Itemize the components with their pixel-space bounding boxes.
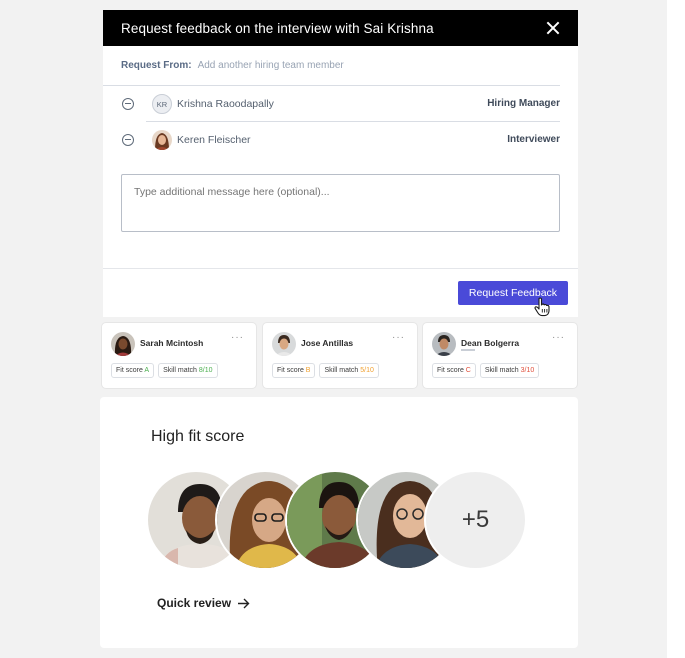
quick-review-link[interactable]: Quick review [157,596,250,610]
skill-match-badge: Skill match 8/10 [158,363,218,378]
member-name: Krishna Raoodapally [177,98,274,110]
modal-title: Request feedback on the interview with S… [121,20,434,36]
avatar: KR [152,94,172,114]
more-dots-icon[interactable]: ··· [552,332,565,343]
avatar [432,332,456,356]
request-from-label: Request From: [121,60,192,71]
footer-divider [103,268,578,269]
page-edge-strip [667,0,685,658]
avatar [272,332,296,356]
candidate-card[interactable]: Sarah Mcintosh ··· Fit score A Skill mat… [102,323,256,388]
more-dots-icon[interactable]: ··· [392,332,405,343]
fit-score-badge: Fit score B [272,363,316,378]
more-dots-icon[interactable]: ··· [231,332,244,343]
avatar [111,332,135,356]
modal-header: Request feedback on the interview with S… [103,10,578,46]
request-feedback-modal: Request feedback on the interview with S… [103,10,578,317]
member-row: KR Krishna Raoodapally Hiring Manager [103,86,578,122]
more-candidates-button[interactable]: +5 [424,470,527,570]
member-role: Hiring Manager [487,98,560,109]
card-tags: Fit score A Skill match 8/10 [111,363,218,378]
member-name: Keren Fleischer [177,134,251,146]
card-tags: Fit score B Skill match 5/10 [272,363,379,378]
quick-review-label: Quick review [157,596,232,610]
member-role: Interviewer [507,134,560,145]
hand-pointer-icon [534,297,550,317]
skill-match-badge: Skill match 3/10 [479,363,540,378]
close-icon[interactable] [546,21,560,35]
member-row: Keren Fleischer Interviewer [103,122,578,158]
arrow-right-icon [238,598,250,608]
minus-circle-icon[interactable] [122,98,134,110]
request-from-field[interactable]: Request From: Add another hiring team me… [103,46,560,86]
candidate-card[interactable]: Jose Antillas ··· Fit score B Skill matc… [263,323,417,388]
card-tags: Fit score C Skill match 3/10 [432,363,540,378]
avatar [152,130,172,150]
skill-match-badge: Skill match 5/10 [319,363,379,378]
fit-score-badge: Fit score A [111,363,155,378]
message-textarea[interactable] [121,174,560,232]
request-feedback-button[interactable]: Request Feedback [458,281,568,305]
section-title: High fit score [151,428,245,445]
fit-score-badge: Fit score C [432,363,476,378]
candidate-name: Sarah Mcintosh [140,338,204,348]
candidate-name: Jose Antillas [301,338,354,348]
candidate-subtitle [461,349,475,351]
candidate-card[interactable]: Dean Bolgerra ··· Fit score C Skill matc… [423,323,577,388]
minus-circle-icon[interactable] [122,134,134,146]
request-from-placeholder[interactable]: Add another hiring team member [198,60,344,71]
high-fit-section: High fit score +5 Quick review [100,397,578,648]
candidate-name: Dean Bolgerra [461,338,520,348]
